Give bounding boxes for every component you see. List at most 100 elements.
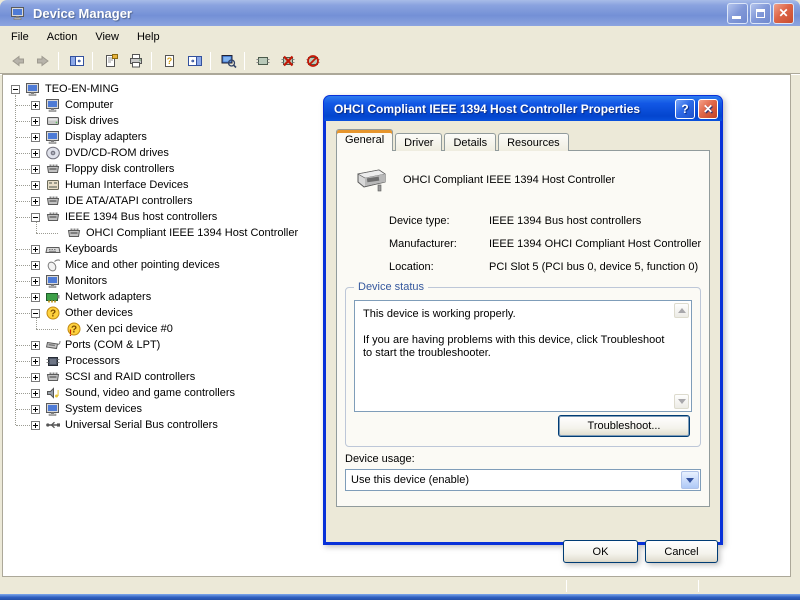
expand-toggle[interactable] (31, 357, 40, 366)
computer-icon (45, 97, 61, 113)
tree-item-label: OHCI Compliant IEEE 1394 Host Controller (84, 227, 300, 239)
cancel-button[interactable]: Cancel (645, 540, 718, 563)
ok-button[interactable]: OK (563, 540, 638, 563)
menu-action[interactable]: Action (38, 28, 87, 46)
restore-icon (756, 9, 765, 18)
chevron-down-icon (686, 478, 694, 483)
toolbar-show-hide-action-pane-button[interactable] (181, 50, 206, 72)
dropdown-button[interactable] (681, 471, 699, 489)
dialog-titlebar: OHCI Compliant IEEE 1394 Host Controller… (323, 95, 723, 121)
tree-connector-stub (16, 137, 30, 138)
statusbar (2, 578, 791, 594)
expand-toggle[interactable] (31, 389, 40, 398)
tree-item-label: Xen pci device #0 (84, 323, 175, 335)
tab-driver[interactable]: Driver (395, 133, 442, 151)
toolbar-uninstall-button[interactable] (299, 50, 324, 72)
expand-toggle[interactable] (31, 181, 40, 190)
toggle-glyph (33, 217, 38, 218)
expand-toggle[interactable] (31, 373, 40, 382)
cdrom-icon (45, 145, 61, 161)
close-button[interactable]: ✕ (773, 3, 794, 24)
tree-connector-stub (16, 121, 30, 122)
device-usage-select[interactable]: Use this device (enable) (345, 469, 701, 491)
speaker-icon (45, 385, 61, 401)
device-status-label: Device status (354, 281, 428, 293)
expand-toggle[interactable] (31, 197, 40, 206)
dialog-help-button[interactable]: ? (675, 99, 695, 119)
svg-text:?: ? (50, 309, 56, 320)
question-mark-icon: ? (45, 305, 61, 321)
expand-toggle[interactable] (31, 117, 40, 126)
scroll-down-icon (678, 399, 686, 404)
toolbar-show-hide-console-tree-button[interactable] (63, 50, 88, 72)
tree-connector-line (15, 95, 16, 425)
scroll-down-button[interactable] (674, 394, 689, 409)
device-status-text[interactable]: This device is working properly. If you … (354, 300, 692, 412)
tree-connector-stub (16, 393, 30, 394)
tree-item-label: Human Interface Devices (63, 179, 191, 191)
menu-view[interactable]: View (86, 28, 128, 46)
expand-toggle[interactable] (31, 405, 40, 414)
printer-icon (128, 53, 144, 69)
expand-toggle[interactable] (31, 421, 40, 430)
mouse-icon (45, 257, 61, 273)
menu-file[interactable]: File (2, 28, 38, 46)
field-value: PCI Slot 5 (PCI bus 0, device 5, functio… (489, 261, 698, 274)
expand-toggle[interactable] (31, 277, 40, 286)
menu-help[interactable]: Help (128, 28, 169, 46)
expand-toggle[interactable] (31, 101, 40, 110)
minimize-button[interactable] (727, 3, 748, 24)
tree-connector-line (36, 221, 37, 233)
toolbar-update-driver-button[interactable] (249, 50, 274, 72)
general-tab-panel: OHCI Compliant IEEE 1394 Host Controller… (336, 150, 710, 507)
statusbar-divider (698, 580, 699, 592)
disk-drive-icon (45, 113, 61, 129)
expand-toggle[interactable] (31, 341, 40, 350)
toolbar-scan-for-hardware-changes-button[interactable] (215, 50, 240, 72)
expand-toggle[interactable] (31, 165, 40, 174)
tree-connector-stub (16, 217, 30, 218)
tree-item-label: IDE ATA/ATAPI controllers (63, 195, 195, 207)
field-device-type: Device type:IEEE 1394 Bus host controlle… (389, 215, 703, 228)
tree-item-label: Monitors (63, 275, 109, 287)
collapse-toggle[interactable] (31, 213, 40, 222)
expand-toggle[interactable] (31, 149, 40, 158)
scroll-up-button[interactable] (674, 303, 689, 318)
toggle-glyph (35, 423, 36, 428)
toolbar-separator (92, 52, 93, 70)
field-label: Manufacturer: (389, 238, 489, 251)
restore-button[interactable] (750, 3, 771, 24)
toolbar-properties-button[interactable] (97, 50, 122, 72)
field-value: IEEE 1394 Bus host controllers (489, 215, 641, 228)
tree-connector-stub (16, 313, 30, 314)
toolbar-separator (151, 52, 152, 70)
tab-general[interactable]: General (336, 129, 393, 151)
dialog-close-button[interactable]: ✕ (698, 99, 718, 119)
tree-connector-stub (16, 201, 30, 202)
tab-resources[interactable]: Resources (498, 133, 569, 151)
collapse-toggle[interactable] (31, 309, 40, 318)
tree-item-label: System devices (63, 403, 144, 415)
toggle-glyph (35, 263, 36, 268)
tree-item-label: Disk drives (63, 115, 121, 127)
toolbar-print-button[interactable] (122, 50, 147, 72)
toolbar-help-button[interactable]: ? (156, 50, 181, 72)
expand-toggle[interactable] (31, 293, 40, 302)
tree-connector-stub (16, 345, 30, 346)
ieee1394-controller-icon (353, 165, 389, 195)
expand-toggle[interactable] (31, 245, 40, 254)
field-manufacturer: Manufacturer:IEEE 1394 OHCI Compliant Ho… (389, 238, 703, 251)
status-line-1: This device is working properly. (363, 308, 667, 321)
pane-right-icon (187, 53, 203, 69)
usb-connector-icon (45, 417, 61, 433)
toolbar-disable-button[interactable] (274, 50, 299, 72)
troubleshoot-button[interactable]: Troubleshoot... (558, 415, 690, 437)
tab-details[interactable]: Details (444, 133, 496, 151)
expand-toggle[interactable] (31, 261, 40, 270)
expand-toggle[interactable] (31, 133, 40, 142)
device-usage-label: Device usage: (345, 453, 415, 465)
collapse-toggle[interactable] (11, 85, 20, 94)
computer-icon (45, 401, 61, 417)
toggle-glyph (35, 183, 36, 188)
hid-device-icon (45, 177, 61, 193)
